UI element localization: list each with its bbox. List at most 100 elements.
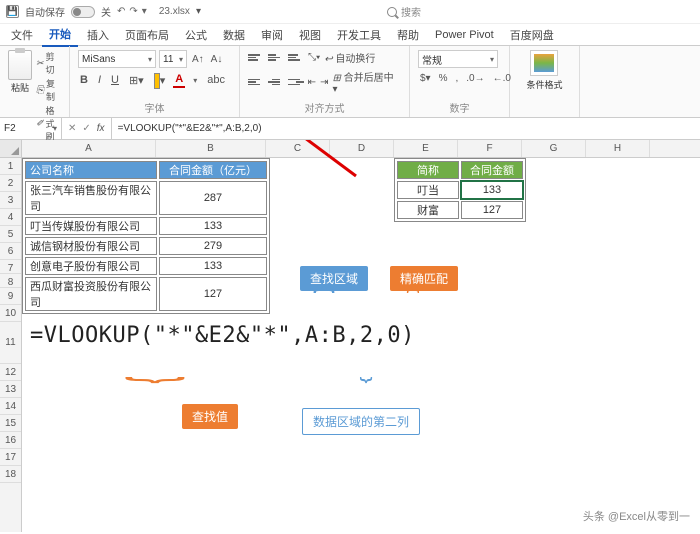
confirm-icon[interactable]: ✓: [80, 123, 92, 134]
cell[interactable]: 财富: [397, 201, 459, 219]
cancel-icon[interactable]: ✕: [66, 123, 78, 134]
col-header[interactable]: D: [330, 140, 394, 157]
tab-help[interactable]: 帮助: [390, 24, 426, 46]
tab-insert[interactable]: 插入: [80, 24, 116, 46]
col-header[interactable]: E: [394, 140, 458, 157]
tab-layout[interactable]: 页面布局: [118, 24, 176, 46]
col-header[interactable]: F: [458, 140, 522, 157]
wrap-text-button[interactable]: 自动换行: [324, 50, 375, 65]
cell[interactable]: 287: [159, 181, 267, 215]
row-header[interactable]: 6: [0, 243, 21, 260]
tab-developer[interactable]: 开发工具: [330, 24, 388, 46]
col-header[interactable]: C: [266, 140, 330, 157]
active-cell[interactable]: 133: [461, 181, 523, 199]
align-right-icon[interactable]: [288, 75, 304, 89]
qat-more-icon[interactable]: ▾: [142, 6, 147, 17]
comma-icon[interactable]: ,: [454, 72, 461, 85]
align-center-icon[interactable]: [268, 75, 284, 89]
table-header[interactable]: 合同金额（亿元）: [159, 161, 267, 179]
search-box[interactable]: 搜索: [387, 4, 421, 19]
tab-home[interactable]: 开始: [42, 23, 78, 47]
row-header[interactable]: 15: [0, 415, 21, 432]
autosave-toggle[interactable]: [71, 6, 95, 18]
font-size-select[interactable]: 11▾: [159, 50, 187, 68]
indent-decrease-icon[interactable]: ⇤: [308, 77, 316, 88]
row-header[interactable]: 8: [0, 274, 21, 288]
cell[interactable]: 叮当: [397, 181, 459, 199]
tab-formulas[interactable]: 公式: [178, 24, 214, 46]
col-header[interactable]: G: [522, 140, 586, 157]
font-name-select[interactable]: MiSans▾: [78, 50, 156, 68]
row-header[interactable]: 18: [0, 466, 21, 483]
cell[interactable]: 西瓜财富投资股份有限公司: [25, 277, 157, 311]
table-header[interactable]: 简称: [397, 161, 459, 179]
table-header[interactable]: 合同金额: [461, 161, 523, 179]
row-header[interactable]: 2: [0, 175, 21, 192]
cell[interactable]: 279: [159, 237, 267, 255]
row-header[interactable]: 17: [0, 449, 21, 466]
format-painter-button[interactable]: 格式刷: [36, 104, 61, 143]
conditional-format-icon[interactable]: [530, 50, 558, 76]
row-header[interactable]: 13: [0, 381, 21, 398]
tab-powerpivot[interactable]: Power Pivot: [428, 26, 501, 44]
row-header[interactable]: 9: [0, 288, 21, 305]
cut-button[interactable]: 剪切: [36, 50, 61, 76]
cell[interactable]: 创意电子股份有限公司: [25, 257, 157, 275]
col-header[interactable]: A: [22, 140, 156, 157]
row-header[interactable]: 12: [0, 364, 21, 381]
cell[interactable]: 127: [461, 201, 523, 219]
select-all-corner[interactable]: [0, 140, 21, 158]
copy-button[interactable]: 复制: [36, 77, 61, 103]
col-header[interactable]: H: [586, 140, 650, 157]
cell[interactable]: 诚信钢材股份有限公司: [25, 237, 157, 255]
currency-icon[interactable]: $▾: [418, 72, 433, 85]
align-left-icon[interactable]: [248, 75, 264, 89]
row-header[interactable]: 11: [0, 322, 21, 364]
cell[interactable]: 127: [159, 277, 267, 311]
table-header[interactable]: 公司名称: [25, 161, 157, 179]
tab-view[interactable]: 视图: [292, 24, 328, 46]
cell[interactable]: 133: [159, 217, 267, 235]
fill-color-button[interactable]: ▾: [152, 73, 168, 88]
orientation-icon[interactable]: ⤡▾: [308, 52, 320, 63]
number-format-select[interactable]: 常规▾: [418, 50, 498, 68]
cell[interactable]: 133: [159, 257, 267, 275]
cells-area[interactable]: A B C D E F G H 公司名称 合同金额（亿元） 张三汽车销售股份有限…: [22, 140, 700, 532]
file-dropdown-icon[interactable]: ▾: [196, 6, 201, 17]
fx-icon[interactable]: fx: [95, 123, 107, 134]
percent-icon[interactable]: %: [437, 72, 450, 85]
save-icon[interactable]: 💾: [6, 5, 19, 18]
undo-icon[interactable]: ↶: [117, 6, 125, 17]
formula-input[interactable]: =VLOOKUP("*"&E2&"*",A:B,2,0): [112, 123, 700, 134]
align-middle-icon[interactable]: [268, 51, 284, 65]
align-bottom-icon[interactable]: [288, 51, 304, 65]
row-header[interactable]: 4: [0, 209, 21, 226]
bold-button[interactable]: B: [78, 73, 90, 87]
row-header[interactable]: 5: [0, 226, 21, 243]
row-header[interactable]: 16: [0, 432, 21, 449]
cell[interactable]: 叮当传媒股份有限公司: [25, 217, 157, 235]
row-header[interactable]: 3: [0, 192, 21, 209]
phonetic-button[interactable]: abc: [205, 73, 227, 87]
row-header[interactable]: 14: [0, 398, 21, 415]
border-button[interactable]: ⊞▾: [127, 73, 146, 88]
tab-file[interactable]: 文件: [4, 24, 40, 46]
italic-button[interactable]: I: [96, 73, 103, 87]
underline-button[interactable]: U: [109, 73, 121, 87]
col-header[interactable]: B: [156, 140, 266, 157]
row-header[interactable]: 7: [0, 260, 21, 274]
indent-increase-icon[interactable]: ⇥: [320, 77, 328, 88]
paste-icon[interactable]: [8, 50, 32, 80]
font-color-button[interactable]: A: [173, 72, 185, 88]
increase-font-icon[interactable]: A↑: [190, 54, 206, 65]
merge-center-button[interactable]: 合并后居中 ▾: [332, 69, 401, 95]
tab-review[interactable]: 审阅: [254, 24, 290, 46]
row-header[interactable]: 1: [0, 158, 21, 175]
tab-baidupan[interactable]: 百度网盘: [503, 24, 561, 46]
cell[interactable]: 张三汽车销售股份有限公司: [25, 181, 157, 215]
decrease-font-icon[interactable]: A↓: [209, 54, 225, 65]
increase-decimal-icon[interactable]: .0→: [464, 72, 486, 85]
align-top-icon[interactable]: [248, 51, 264, 65]
tab-data[interactable]: 数据: [216, 24, 252, 46]
row-header[interactable]: 10: [0, 305, 21, 322]
